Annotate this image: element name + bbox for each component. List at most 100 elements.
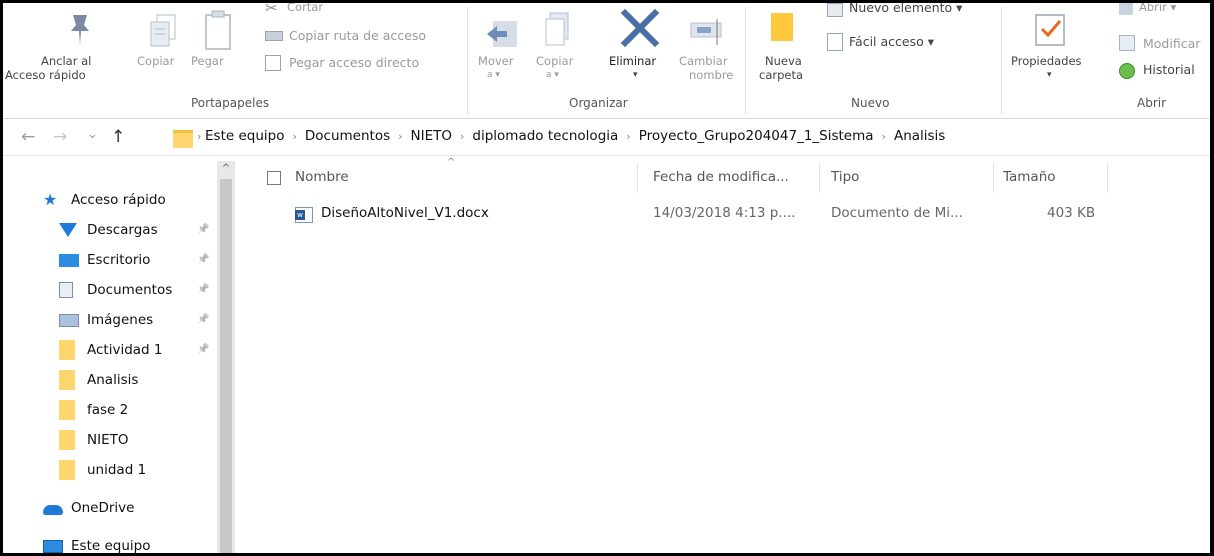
file-name[interactable]: DiseñoAltoNivel_V1.docx <box>321 205 489 221</box>
sidebar-item-label: Analisis <box>87 372 139 388</box>
breadcrumb-item[interactable]: diplomado tecnologia <box>468 128 622 144</box>
pin-label-2: Acceso rápido <box>5 68 86 82</box>
forward-button[interactable]: → <box>53 128 67 146</box>
new-item-button[interactable]: Nuevo elemento ▾ <box>823 3 993 23</box>
copy-to-label-2: a ▾ <box>546 70 559 80</box>
breadcrumb-item[interactable]: Analisis <box>890 128 949 144</box>
word-document-icon: w <box>295 207 313 223</box>
nav-quick-access[interactable]: ★ Acceso rápido <box>43 189 166 211</box>
file-explorer-window: Anclar al Acceso rápido Copiar Pegar ✂ C… <box>0 0 1214 556</box>
copy-to-label-1: Copiar <box>536 54 574 68</box>
edit-button[interactable]: Modificar <box>1115 33 1210 53</box>
column-header-modified[interactable]: Fecha de modifica... <box>653 169 789 185</box>
breadcrumb-separator-icon[interactable]: › <box>394 130 406 143</box>
breadcrumb-item[interactable]: Documentos <box>301 128 394 144</box>
sidebar-item-label: Documentos <box>87 282 173 298</box>
paste-shortcut-button[interactable]: Pegar acceso directo <box>261 51 461 73</box>
copy-path-label: Copiar ruta de acceso <box>289 28 427 43</box>
breadcrumb-item[interactable]: Este equipo <box>201 128 288 144</box>
ribbon-separator <box>745 7 746 115</box>
sidebar-item-label: Imágenes <box>87 312 154 328</box>
sidebar-item[interactable]: Actividad 1 <box>59 339 163 361</box>
paste-button[interactable]: Pegar <box>189 3 241 91</box>
paste-shortcut-icon <box>265 55 281 71</box>
sidebar-item[interactable]: Documentos <box>59 279 172 301</box>
cloud-icon <box>43 505 63 515</box>
copy-path-button[interactable]: Copiar ruta de acceso <box>261 25 461 45</box>
sidebar-item[interactable]: fase 2 <box>59 399 128 421</box>
folder-icon <box>59 370 75 390</box>
sidebar-item-label: NIETO <box>87 432 129 448</box>
paste-shortcut-label: Pegar acceso directo <box>289 55 420 70</box>
breadcrumb-item[interactable]: NIETO <box>407 128 456 144</box>
sidebar-item[interactable]: Imágenes <box>59 309 153 331</box>
pin-icon: 📌 <box>197 254 210 265</box>
easy-access-button[interactable]: Fácil acceso ▾ <box>823 33 993 53</box>
sidebar-item[interactable]: Descargas <box>59 219 158 241</box>
ribbon: Anclar al Acceso rápido Copiar Pegar ✂ C… <box>3 3 1210 119</box>
clipboard-group-label: Portapapeles <box>191 96 270 110</box>
sidebar-item[interactable]: unidad 1 <box>59 459 146 481</box>
cut-button[interactable]: ✂ Cortar <box>261 3 351 23</box>
move-to-button[interactable]: Mover a ▾ <box>473 3 525 91</box>
column-header-type[interactable]: Tipo <box>831 169 859 185</box>
computer-icon <box>43 539 63 553</box>
open-group-label: Abrir <box>1137 96 1167 110</box>
back-button[interactable]: ← <box>21 128 35 146</box>
breadcrumb-separator-icon[interactable]: › <box>288 130 300 143</box>
properties-label: Propiedades <box>1011 54 1082 68</box>
nav-scrollbar-thumb[interactable] <box>220 179 232 553</box>
properties-arrow: ▾ <box>1047 70 1052 80</box>
new-group-label: Nuevo <box>851 96 890 110</box>
recent-locations-button[interactable]: ⌄ <box>87 126 98 144</box>
nav-scrollbar[interactable] <box>217 161 235 553</box>
pin-label-1: Anclar al <box>41 54 92 68</box>
sidebar-item[interactable]: Analisis <box>59 369 138 391</box>
new-folder-label-1: Nueva <box>765 54 802 68</box>
rename-label-1: Cambiar <box>679 54 728 68</box>
new-folder-button[interactable]: Nueva carpeta <box>751 3 813 91</box>
sidebar-item-label: Escritorio <box>87 252 151 268</box>
pin-quick-access-button[interactable]: Anclar al Acceso rápido <box>5 3 129 91</box>
copy-button[interactable]: Copiar <box>135 3 187 91</box>
nav-this-pc[interactable]: Este equipo <box>43 535 151 554</box>
copy-to-button[interactable]: Copiar a ▾ <box>530 3 582 91</box>
sidebar-item[interactable]: NIETO <box>59 429 128 451</box>
breadcrumb-separator-icon[interactable]: › <box>456 130 468 143</box>
scissors-icon: ✂ <box>265 0 278 17</box>
easy-access-icon <box>827 33 843 51</box>
open-button[interactable]: Abrir ▾ <box>1115 3 1210 23</box>
rename-icon <box>690 19 722 45</box>
new-item-label: Nuevo elemento ▾ <box>849 0 963 15</box>
file-type: Documento de Mi... <box>831 205 963 221</box>
column-header-size[interactable]: Tamaño <box>1003 169 1056 185</box>
move-to-icon <box>487 21 517 47</box>
organize-group-label: Organizar <box>569 96 628 110</box>
delete-button[interactable]: Eliminar ▾ <box>603 3 675 91</box>
pin-icon <box>71 15 89 45</box>
breadcrumb: Este equipo › Documentos › NIETO › diplomado t… <box>201 128 949 144</box>
select-all-checkbox[interactable] <box>267 171 281 185</box>
history-icon <box>1119 63 1135 79</box>
history-button[interactable]: Historial <box>1115 57 1210 79</box>
properties-button[interactable]: Propiedades ▾ <box>1007 3 1107 91</box>
documents-icon <box>59 282 73 298</box>
rename-button[interactable]: Cambiar nombre <box>675 3 739 91</box>
breadcrumb-separator-icon[interactable]: › <box>878 130 890 143</box>
sidebar-item-label: fase 2 <box>87 402 129 418</box>
sidebar-item[interactable]: Escritorio <box>59 249 150 271</box>
up-button[interactable]: ↑ <box>111 128 125 146</box>
nav-this-pc-label: Este equipo <box>71 538 151 554</box>
breadcrumb-separator-icon[interactable]: › <box>622 130 634 143</box>
edit-icon <box>1119 35 1135 51</box>
new-folder-label-2: carpeta <box>759 68 804 82</box>
nav-scroll-up-icon[interactable]: ^ <box>217 163 235 174</box>
breadcrumb-item[interactable]: Proyecto_Grupo204047_1_Sistema <box>635 128 878 144</box>
sidebar-item-label: unidad 1 <box>87 462 147 478</box>
file-list: ^ Nombre Fecha de modifica... Tipo Tamañ… <box>253 157 1210 553</box>
nav-onedrive-label: OneDrive <box>71 500 135 516</box>
nav-onedrive[interactable]: OneDrive <box>43 497 134 519</box>
folder-icon <box>59 340 75 360</box>
sort-ascending-icon: ^ <box>447 157 456 168</box>
column-header-name[interactable]: Nombre <box>295 169 349 185</box>
